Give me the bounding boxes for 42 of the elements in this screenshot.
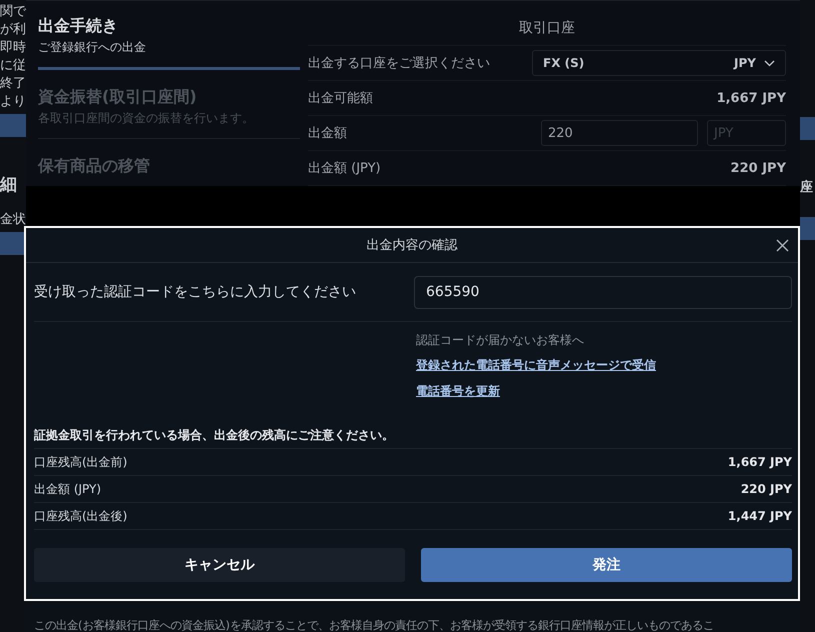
background-text: 関で bbox=[0, 3, 26, 21]
chevron-down-icon bbox=[764, 60, 775, 66]
disclaimer-text: この出金(お客様銀行口座への資金振込)を承認することで、お客様自身の責任の下、お客様が受領する銀行口座情報が正しいものであるこ bbox=[33, 618, 715, 632]
amount-input[interactable]: 220 bbox=[541, 120, 698, 146]
account-select[interactable]: FX (S) JPY bbox=[532, 50, 786, 76]
summary-label: 出金額 (JPY) bbox=[34, 480, 102, 498]
background-text: より bbox=[0, 93, 26, 111]
background-text: 座 bbox=[800, 178, 814, 197]
field-label: 出金可能額 bbox=[308, 90, 373, 107]
field-value: 1,667 JPY bbox=[716, 90, 786, 106]
cancel-button[interactable]: キャンセル bbox=[34, 548, 405, 582]
close-icon bbox=[776, 238, 788, 252]
dialog-title: 出金内容の確認 bbox=[366, 237, 458, 254]
text-link[interactable]: 電話番号を更新 bbox=[416, 383, 792, 400]
background-bar bbox=[0, 232, 26, 255]
nav-title: 資金振替(取引口座間) bbox=[38, 86, 198, 108]
background-text: が利 bbox=[0, 21, 26, 39]
submit-button[interactable]: 発注 bbox=[421, 548, 792, 582]
summary-value: 1,667 JPY bbox=[728, 455, 792, 469]
background-text: 即時 bbox=[0, 39, 26, 57]
help-text: 認証コードが届かないお客様へ bbox=[416, 332, 585, 348]
field-value: 220 JPY bbox=[730, 160, 786, 176]
background-text: 終了 bbox=[0, 75, 26, 93]
nav-subtitle: 各取引口座間の資金の振替を行います。 bbox=[38, 110, 255, 127]
summary-label: 口座残高(出金後) bbox=[34, 508, 128, 524]
nav-item[interactable]: 出金手続き ご登録銀行への出金 bbox=[38, 15, 300, 70]
background-text: に従 bbox=[0, 57, 26, 75]
summary-value: 220 JPY bbox=[740, 482, 792, 496]
background-text: 金状 bbox=[0, 211, 26, 229]
background-bar bbox=[0, 114, 26, 137]
field-label: 出金額 (JPY) bbox=[308, 160, 381, 177]
field-label: 出金する口座をご選択ください bbox=[308, 55, 490, 72]
code-label: 受け取った認証コードをこちらに入力してください bbox=[34, 283, 356, 301]
summary-value: 1,447 JPY bbox=[728, 509, 792, 523]
nav-subtitle: ご登録銀行への出金 bbox=[38, 39, 147, 56]
nav-title: 出金手続き bbox=[38, 15, 119, 37]
field-label: 出金額 bbox=[308, 125, 347, 142]
warning-text: 証拠金取引を行われている場合、出金後の残高にご注意ください。 bbox=[34, 422, 792, 449]
panel-title: 取引口座 bbox=[308, 1, 786, 46]
text-link[interactable]: 登録された電話番号に音声メッセージで受信 bbox=[416, 357, 792, 374]
summary-label: 口座残高(出金前) bbox=[34, 454, 128, 470]
code-input[interactable]: 665590 bbox=[414, 276, 792, 308]
